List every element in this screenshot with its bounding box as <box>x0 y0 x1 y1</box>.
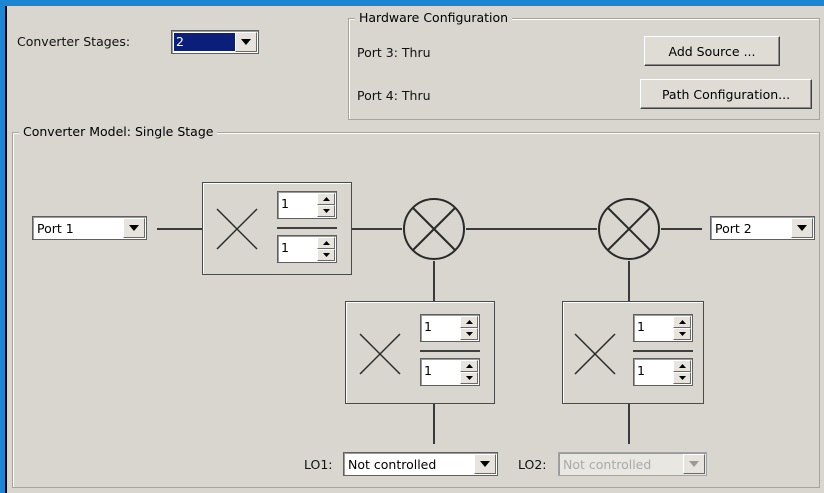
lo2-denominator-value: 1 <box>637 363 645 378</box>
input-denominator-spinner[interactable]: 1 <box>277 235 337 263</box>
input-multiplier-block: 1 1 <box>202 182 352 275</box>
lo1-select[interactable]: Not controlled <box>343 452 498 476</box>
fraction-bar <box>277 227 337 229</box>
mixer1-icon <box>403 198 465 260</box>
multiply-icon <box>359 333 401 375</box>
lo2-multiplier-block: 1 1 <box>562 301 704 404</box>
hardware-configuration-legend: Hardware Configuration <box>355 10 513 25</box>
chevron-down-icon[interactable] <box>791 218 813 238</box>
spin-up-icon[interactable] <box>317 193 335 205</box>
wire-mixer2-to-port2 <box>661 228 702 230</box>
converter-stages-label: Converter Stages: <box>17 34 131 49</box>
lo1-denominator-value: 1 <box>424 363 432 378</box>
chevron-down-icon[interactable] <box>235 32 257 52</box>
converter-model-legend: Converter Model: Single Stage <box>19 124 218 139</box>
spin-down-icon[interactable] <box>317 249 335 261</box>
multiply-icon <box>216 208 258 250</box>
lo2-numerator-value: 1 <box>637 319 645 334</box>
lo1-numerator-spinner[interactable]: 1 <box>420 314 480 342</box>
lo1-label: LO1: <box>304 457 333 472</box>
chevron-down-icon[interactable] <box>474 454 496 474</box>
lo1-multiplier-block: 1 1 <box>345 301 495 404</box>
lo1-numerator-value: 1 <box>424 319 432 334</box>
lo2-label: LO2: <box>518 457 547 472</box>
output-port-value: Port 2 <box>715 220 752 236</box>
input-numerator-value: 1 <box>281 196 289 211</box>
lo2-value: Not controlled <box>563 456 652 472</box>
multiply-icon <box>574 333 616 375</box>
hardware-configuration-group: Hardware Configuration Port 3: Thru Port… <box>348 10 820 120</box>
wire-mixer1-to-mixer2 <box>466 228 597 230</box>
spin-up-icon[interactable] <box>673 360 691 372</box>
wire-mixer1-to-lo1-block <box>433 261 435 301</box>
wire-port1-to-multiplier <box>157 228 202 230</box>
wire-lo1-block-to-lo1-select <box>433 404 435 444</box>
spin-down-icon[interactable] <box>673 328 691 340</box>
wire-mixer2-to-lo2-block <box>628 261 630 301</box>
output-port-select[interactable]: Port 2 <box>710 216 815 240</box>
spin-down-icon[interactable] <box>317 205 335 217</box>
converter-stages-value: 2 <box>174 33 235 51</box>
chevron-down-icon[interactable] <box>123 218 145 238</box>
converter-stages-select[interactable]: 2 <box>171 30 259 54</box>
spin-up-icon[interactable] <box>673 316 691 328</box>
mixer2-icon <box>598 198 660 260</box>
lo2-numerator-spinner[interactable]: 1 <box>633 314 693 342</box>
input-denominator-value: 1 <box>281 240 289 255</box>
chevron-down-icon <box>683 454 705 474</box>
port3-status: Port 3: Thru <box>357 45 431 60</box>
fraction-bar <box>633 350 693 352</box>
spin-up-icon[interactable] <box>460 360 478 372</box>
spin-up-icon[interactable] <box>460 316 478 328</box>
lo1-denominator-spinner[interactable]: 1 <box>420 358 480 386</box>
lo2-denominator-spinner[interactable]: 1 <box>633 358 693 386</box>
input-port-value: Port 1 <box>37 220 74 236</box>
converter-setup-panel: Converter Stages: 2 Hardware Configurati… <box>5 6 824 493</box>
wire-multiplier-to-mixer1 <box>352 228 402 230</box>
add-source-button[interactable]: Add Source ... <box>644 36 780 66</box>
lo1-value: Not controlled <box>348 456 437 472</box>
spin-down-icon[interactable] <box>460 372 478 384</box>
lo2-select: Not controlled <box>558 452 707 476</box>
input-port-select[interactable]: Port 1 <box>32 216 147 240</box>
spin-up-icon[interactable] <box>317 237 335 249</box>
port4-status: Port 4: Thru <box>357 88 431 103</box>
spin-down-icon[interactable] <box>460 328 478 340</box>
spin-down-icon[interactable] <box>673 372 691 384</box>
input-numerator-spinner[interactable]: 1 <box>277 191 337 219</box>
path-configuration-button[interactable]: Path Configuration... <box>640 79 812 109</box>
wire-lo2-block-to-lo2-select <box>628 404 630 444</box>
fraction-bar <box>420 350 480 352</box>
